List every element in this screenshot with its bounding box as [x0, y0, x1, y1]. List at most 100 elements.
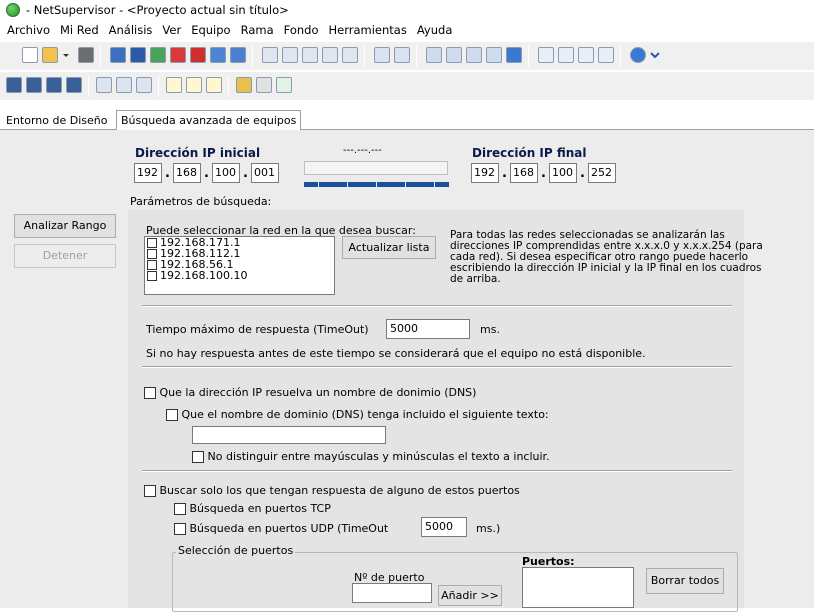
toolbar-separator — [158, 75, 159, 97]
end-ip-octet-1[interactable]: 192 — [471, 163, 499, 183]
http-icon[interactable] — [206, 77, 222, 93]
bar-chart-icon[interactable] — [374, 47, 390, 63]
case-insensitive-checkbox[interactable] — [192, 451, 204, 463]
ping-icon[interactable] — [166, 77, 182, 93]
end-ip-octet-3[interactable]: 100 — [549, 163, 577, 183]
report-2-icon[interactable] — [116, 77, 132, 93]
open-folder-icon[interactable] — [42, 47, 58, 63]
menu-equipo[interactable]: Equipo — [186, 23, 235, 37]
ports-check-row[interactable]: Buscar solo los que tengan respuesta de … — [144, 484, 520, 497]
progress-segment — [405, 182, 420, 187]
start-ip-octet-4[interactable]: 001 — [251, 163, 279, 183]
ports-list[interactable] — [522, 567, 634, 608]
menu-fondo[interactable]: Fondo — [279, 23, 324, 37]
port-icon[interactable] — [186, 77, 202, 93]
tcp-checkbox[interactable] — [174, 503, 186, 515]
wireless-icon[interactable] — [342, 47, 358, 63]
chevron-down-icon[interactable] — [650, 47, 660, 63]
view-alert-icon[interactable] — [170, 47, 186, 63]
ports-checkbox[interactable] — [144, 485, 156, 497]
tree-layout-4-icon[interactable] — [598, 47, 614, 63]
menu-ayuda[interactable]: Ayuda — [412, 23, 458, 37]
menu-herramientas[interactable]: Herramientas — [324, 23, 412, 37]
refresh-icon[interactable] — [276, 77, 292, 93]
start-ip-octet-3[interactable]: 100 — [212, 163, 240, 183]
link-icon[interactable] — [262, 47, 278, 63]
timeout-unit: ms. — [480, 323, 500, 336]
params-section-label: Parámetros de búsqueda: — [130, 195, 272, 208]
tree-layout-2-icon[interactable] — [558, 47, 574, 63]
dropdown-arrow-icon[interactable] — [62, 47, 70, 63]
view-window-icon[interactable] — [210, 47, 226, 63]
tcp-row[interactable]: Búsqueda en puertos TCP — [174, 502, 331, 515]
timeout-input[interactable]: 5000 — [386, 319, 470, 339]
tab-busqueda-avanzada[interactable]: Búsqueda avanzada de equipos — [116, 110, 302, 131]
tree-layout-icon[interactable] — [538, 47, 554, 63]
toolbar-separator — [620, 45, 621, 67]
stop-button[interactable]: Detener — [14, 244, 116, 268]
udp-timeout-input[interactable]: 5000 — [421, 517, 467, 537]
report-icon[interactable] — [96, 77, 112, 93]
display-icon[interactable] — [506, 47, 522, 63]
link-remove-icon[interactable] — [302, 47, 318, 63]
pause-icon[interactable] — [26, 77, 42, 93]
view-design-icon[interactable] — [110, 47, 126, 63]
menu-archivo[interactable]: Archivo — [2, 23, 55, 37]
network-item[interactable]: 192.168.100.10 — [145, 269, 334, 282]
list-icon[interactable] — [236, 77, 252, 93]
network-tree-icon[interactable] — [322, 47, 338, 63]
network-checkbox[interactable] — [147, 259, 157, 270]
add-port-button[interactable]: Añadir >> — [438, 585, 502, 606]
end-ip-octet-2[interactable]: 168 — [510, 163, 538, 183]
dns-contains-checkbox[interactable] — [166, 409, 178, 421]
menu-mi-red[interactable]: Mi Red — [55, 23, 104, 37]
udp-checkbox[interactable] — [174, 523, 186, 535]
help-icon[interactable] — [630, 47, 646, 63]
report-3-icon[interactable] — [136, 77, 152, 93]
network-checkbox[interactable] — [147, 270, 157, 281]
monitor-dns-icon[interactable] — [466, 47, 482, 63]
progress-segment — [376, 182, 391, 187]
vertical-bar-icon[interactable] — [394, 47, 410, 63]
menu-analisis[interactable]: Análisis — [104, 23, 158, 37]
dns-check-row[interactable]: Que la dirección IP resuelva un nombre d… — [144, 386, 476, 399]
end-ip-octet-4[interactable]: 252 — [588, 163, 616, 183]
view-chart-icon[interactable] — [230, 47, 246, 63]
scan-icon[interactable] — [66, 77, 82, 93]
tools-icon[interactable] — [256, 77, 272, 93]
link-add-icon[interactable] — [282, 47, 298, 63]
tree-layout-3-icon[interactable] — [578, 47, 594, 63]
port-selection-label: Selección de puertos — [176, 544, 296, 557]
network-checkbox[interactable] — [147, 237, 157, 248]
current-ip-readout: ---.---.--- — [343, 145, 382, 156]
stop-icon[interactable] — [46, 77, 62, 93]
analyze-range-button[interactable]: Analizar Rango — [14, 214, 116, 238]
start-ip-octet-1[interactable]: 192 — [134, 163, 162, 183]
menu-ver[interactable]: Ver — [157, 23, 186, 37]
monitor-ip-icon[interactable] — [446, 47, 462, 63]
menu-rama[interactable]: Rama — [236, 23, 279, 37]
start-ip-octet-2[interactable]: 168 — [173, 163, 201, 183]
tab-entorno-diseno[interactable]: Entorno de Diseño — [2, 111, 111, 130]
view-info-icon[interactable] — [130, 47, 146, 63]
monitor-icon[interactable] — [426, 47, 442, 63]
refresh-list-button[interactable]: Actualizar lista — [342, 236, 436, 259]
dns-contains-row[interactable]: Que el nombre de dominio (DNS) tenga inc… — [166, 408, 549, 421]
network-list[interactable]: 192.168.171.1 192.168.112.1 192.168.56.1… — [144, 236, 335, 295]
new-file-icon[interactable] — [22, 47, 38, 63]
view-stop-icon[interactable] — [190, 47, 206, 63]
separator — [142, 305, 732, 307]
ip-dot: . — [580, 166, 585, 181]
screen-icon[interactable] — [486, 47, 502, 63]
view-map-icon[interactable] — [150, 47, 166, 63]
clear-all-ports-button[interactable]: Borrar todos — [646, 568, 724, 594]
port-number-input[interactable] — [352, 583, 432, 603]
play-icon[interactable] — [6, 77, 22, 93]
case-insensitive-row[interactable]: No distinguir entre mayúsculas y minúscu… — [192, 450, 550, 463]
network-checkbox[interactable] — [147, 248, 157, 259]
udp-row[interactable]: Búsqueda en puertos UDP (TimeOut — [174, 522, 388, 535]
dns-checkbox[interactable] — [144, 387, 156, 399]
dns-text-input[interactable] — [192, 426, 386, 444]
progress-track — [304, 161, 448, 175]
save-icon[interactable] — [78, 47, 94, 63]
